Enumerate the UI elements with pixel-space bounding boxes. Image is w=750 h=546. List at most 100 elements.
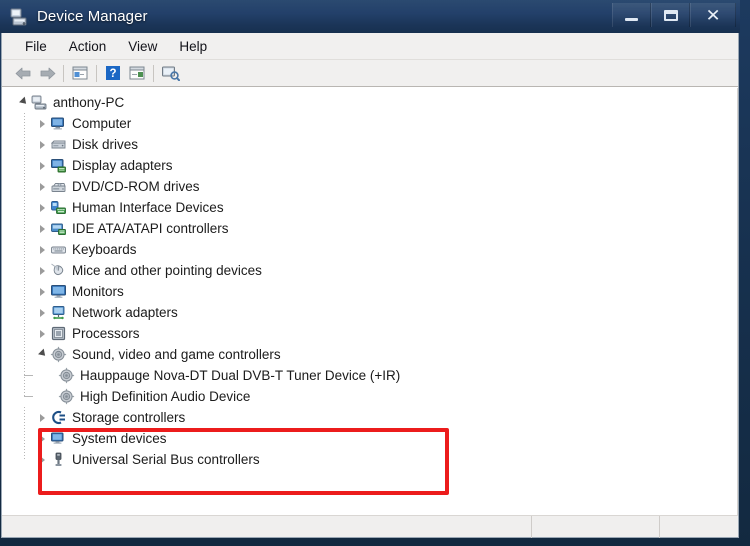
menu-item-view[interactable]: View <box>118 36 167 57</box>
expander-collapsed-icon[interactable] <box>35 218 50 239</box>
properties-icon[interactable] <box>68 62 92 84</box>
dvd-drive-icon <box>50 178 67 195</box>
expander-collapsed-icon[interactable] <box>35 323 50 344</box>
expander-collapsed-icon[interactable] <box>35 113 50 134</box>
usb-controller-icon <box>50 451 67 468</box>
tree-item-keyboards[interactable]: Keyboards <box>2 239 737 260</box>
tree-item-label: Processors <box>72 326 140 341</box>
device-manager-window: Device Manager ✕ File Action View Help ?… <box>0 0 750 546</box>
expander-expanded-icon[interactable] <box>16 92 31 113</box>
tree-item-label: DVD/CD-ROM drives <box>72 179 200 194</box>
window-title: Device Manager <box>37 8 148 25</box>
title-bar[interactable]: Device Manager ✕ <box>0 0 740 33</box>
maximize-button[interactable] <box>651 3 690 27</box>
menu-bar: File Action View Help <box>2 33 738 60</box>
tree-item-label: Monitors <box>72 284 124 299</box>
network-adapter-icon <box>50 304 67 321</box>
tree-item-disk-drives[interactable]: Disk drives <box>2 134 737 155</box>
tree-item-label: Universal Serial Bus controllers <box>72 452 260 467</box>
tree-item-human-interface-devices[interactable]: Human Interface Devices <box>2 197 737 218</box>
forward-arrow-icon[interactable] <box>35 62 59 84</box>
toolbar-separator <box>153 64 154 82</box>
tree-item-label: Disk drives <box>72 137 139 152</box>
hid-icon <box>50 199 67 216</box>
tree-item-label: Mice and other pointing devices <box>72 263 262 278</box>
status-bar <box>2 515 738 538</box>
tree-item-label: Keyboards <box>72 242 137 257</box>
expander-collapsed-icon[interactable] <box>35 260 50 281</box>
disk-drive-icon <box>50 136 67 153</box>
expander-collapsed-icon[interactable] <box>35 407 50 428</box>
status-panel-tertiary <box>660 516 738 538</box>
device-tree-pane[interactable]: anthony-PC Computer Disk drives Display … <box>2 87 738 515</box>
expander-collapsed-icon[interactable] <box>35 176 50 197</box>
tree-item-system-devices[interactable]: System devices <box>2 428 737 449</box>
expander-collapsed-icon[interactable] <box>35 134 50 155</box>
menu-item-file[interactable]: File <box>15 36 57 57</box>
toolbar-separator <box>96 64 97 82</box>
tree-item-root[interactable]: anthony-PC <box>2 92 737 113</box>
tree-item-computer[interactable]: Computer <box>2 113 737 134</box>
toolbar-separator <box>63 64 64 82</box>
display-adapter-icon <box>50 157 67 174</box>
tree-item-label: High Definition Audio Device <box>80 389 251 404</box>
tree-item-label: IDE ATA/ATAPI controllers <box>72 221 229 236</box>
expander-collapsed-icon[interactable] <box>35 449 50 470</box>
expander-collapsed-icon[interactable] <box>35 239 50 260</box>
expander-collapsed-icon[interactable] <box>35 428 50 449</box>
scan-hardware-changes-icon[interactable] <box>158 62 182 84</box>
tree-item-label: Network adapters <box>72 305 178 320</box>
tree-item-label: Display adapters <box>72 158 173 173</box>
sound-device-icon <box>58 388 75 405</box>
close-icon: ✕ <box>705 5 721 25</box>
menu-item-help[interactable]: Help <box>169 36 217 57</box>
tree-item-label: Computer <box>72 116 132 131</box>
tree-item-sound-video-and-game-controllers[interactable]: Sound, video and game controllers <box>2 344 737 365</box>
computer-root-icon <box>31 94 48 111</box>
keyboard-icon <box>50 241 67 258</box>
svg-text:?: ? <box>109 68 116 80</box>
menu-item-action[interactable]: Action <box>59 36 117 57</box>
help-icon[interactable]: ? <box>101 62 125 84</box>
tree-item-label: Human Interface Devices <box>72 200 224 215</box>
show-hidden-devices-icon[interactable] <box>125 62 149 84</box>
tree-item-label: System devices <box>72 431 167 446</box>
expander-collapsed-icon[interactable] <box>35 302 50 323</box>
system-device-icon <box>50 430 67 447</box>
tree-item-label: Storage controllers <box>72 410 186 425</box>
computer-icon <box>50 115 67 132</box>
tree-item-network-adapters[interactable]: Network adapters <box>2 302 737 323</box>
expander-collapsed-icon[interactable] <box>35 281 50 302</box>
close-button[interactable]: ✕ <box>690 3 736 27</box>
status-panel-secondary <box>532 516 659 538</box>
window-controls: ✕ <box>612 2 736 28</box>
tree-item-ide-ata-atapi-controllers[interactable]: IDE ATA/ATAPI controllers <box>2 218 737 239</box>
mouse-icon <box>50 262 67 279</box>
tree-item-monitors[interactable]: Monitors <box>2 281 737 302</box>
expander-expanded-icon[interactable] <box>35 344 50 365</box>
tree-item-universal-serial-bus-controllers[interactable]: Universal Serial Bus controllers <box>2 449 737 470</box>
tree-item-dvd-cd-rom-drives[interactable]: DVD/CD-ROM drives <box>2 176 737 197</box>
tree-item-label: Sound, video and game controllers <box>72 347 281 362</box>
tree-item-hauppauge-nova-dt-tuner[interactable]: Hauppauge Nova-DT Dual DVB-T Tuner Devic… <box>2 365 737 386</box>
sound-controller-icon <box>50 346 67 363</box>
tree-item-mice-and-other-pointing-devices[interactable]: Mice and other pointing devices <box>2 260 737 281</box>
storage-controller-icon <box>50 409 67 426</box>
tree-item-label: anthony-PC <box>53 95 125 110</box>
client-area: File Action View Help ? anthony-PC Compu… <box>1 33 739 538</box>
back-arrow-icon[interactable] <box>11 62 35 84</box>
tree-item-display-adapters[interactable]: Display adapters <box>2 155 737 176</box>
minimize-button[interactable] <box>612 3 651 27</box>
tree-item-label: Hauppauge Nova-DT Dual DVB-T Tuner Devic… <box>80 368 401 383</box>
monitor-icon <box>50 283 67 300</box>
tree-item-storage-controllers[interactable]: Storage controllers <box>2 407 737 428</box>
expander-collapsed-icon[interactable] <box>35 197 50 218</box>
tree-item-processors[interactable]: Processors <box>2 323 737 344</box>
tool-bar: ? <box>2 60 738 87</box>
status-panel-main <box>2 516 531 538</box>
device-manager-icon <box>8 6 30 28</box>
tree-item-high-definition-audio-device[interactable]: High Definition Audio Device <box>2 386 737 407</box>
expander-collapsed-icon[interactable] <box>35 155 50 176</box>
ide-controller-icon <box>50 220 67 237</box>
sound-device-icon <box>58 367 75 384</box>
